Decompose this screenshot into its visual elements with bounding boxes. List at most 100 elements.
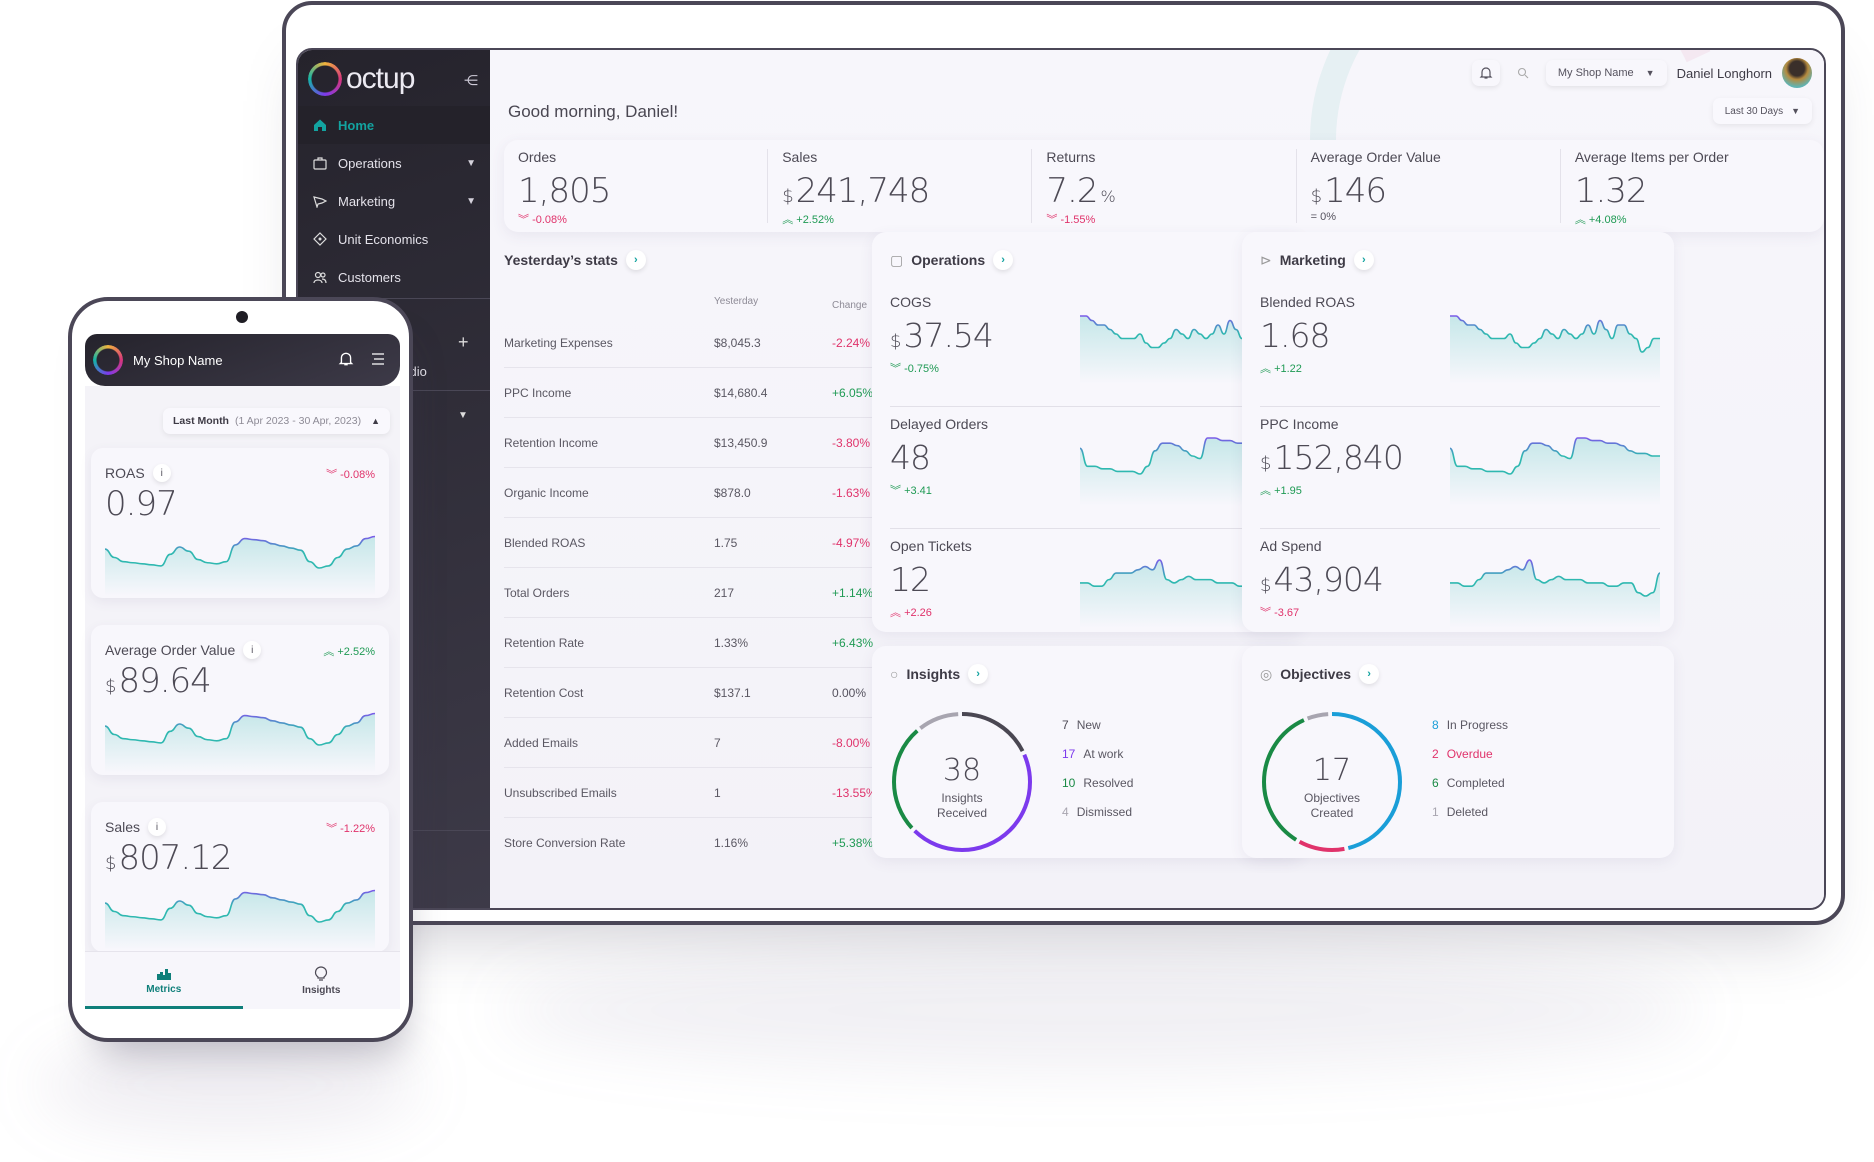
kpi-returns[interactable]: Returns 7.2% ︾ -1.55% <box>1032 149 1297 226</box>
metric-blended-roas[interactable]: Blended ROAS 1.68 ︽ +1.22 <box>1260 294 1660 416</box>
tab-metrics[interactable]: Metrics <box>85 952 243 1009</box>
table-row[interactable]: Blended ROAS 1.75 -4.97% <box>504 518 904 568</box>
add-icon[interactable]: + <box>458 332 469 353</box>
phone-frame: My Shop Name Last Month (1 Apr 2023 - 30… <box>68 297 413 1042</box>
legend-label: New <box>1076 718 1101 732</box>
table-row[interactable]: Organic Income $878.0 -1.63% <box>504 468 904 518</box>
user-name[interactable]: Daniel Longhorn <box>1677 66 1772 81</box>
kpi-average-items-per-order[interactable]: Average Items per Order 1.32 ︽ +4.08% <box>1561 149 1824 226</box>
notifications-button[interactable] <box>1471 60 1500 86</box>
table-row[interactable]: Retention Rate 1.33% +6.43% <box>504 618 904 668</box>
legend-item[interactable]: 1 Deleted <box>1432 805 1508 834</box>
legend-label: Overdue <box>1446 747 1493 761</box>
sidebar-item-home[interactable]: Home <box>298 106 490 144</box>
menu-icon[interactable] <box>370 351 386 370</box>
phone-metric-card[interactable]: ROAS i ︾ -0.08% 0.97 <box>91 448 389 598</box>
metric-delayed-orders[interactable]: Delayed Orders 48 ︾ +3.41 <box>890 416 1290 538</box>
metric-label: COGS <box>890 294 932 310</box>
yesterday-stats-title[interactable]: Yesterday’s stats › <box>504 250 854 270</box>
phone-metric-card[interactable]: Average Order Value i ︽ +2.52% $89.64 <box>91 625 389 775</box>
table-row[interactable]: Store Conversion Rate 1.16% +5.38% <box>504 818 904 868</box>
metric-cogs[interactable]: COGS $37.54 ︾ -0.75% <box>890 294 1290 416</box>
trend-up-icon: ︽ <box>323 646 335 658</box>
table-row[interactable]: Marketing Expenses $8,045.3 -2.24% <box>504 318 904 368</box>
table-row[interactable]: Unsubscribed Emails 1 -13.55% <box>504 768 904 818</box>
trend-up-icon: ︽ <box>1260 363 1271 375</box>
sidebar-item-customers[interactable]: Customers <box>298 258 490 296</box>
info-icon[interactable]: i <box>152 464 171 482</box>
metric-open-tickets[interactable]: Open Tickets 12 ︽ +2.26 <box>890 538 1290 660</box>
legend-item[interactable]: 7 New <box>1062 718 1133 747</box>
insights-panel: ○ Insights › 38 Insights Received 7 New 17 At… <box>872 646 1304 858</box>
metric-value: 48 <box>890 438 931 477</box>
phone-date-range-selector[interactable]: Last Month (1 Apr 2023 - 30 Apr, 2023) ▲ <box>162 408 390 434</box>
metric-value: $43,904 <box>1260 560 1384 599</box>
sidebar-item-unit-economics[interactable]: Unit Economics <box>298 220 490 258</box>
search-button[interactable] <box>1510 60 1536 86</box>
kpi-number: 7.2 <box>1046 171 1098 211</box>
table-row[interactable]: Retention Income $13,450.9 -3.80% <box>504 418 904 468</box>
chevron-right-icon[interactable]: › <box>625 250 646 270</box>
chevron-down-icon[interactable]: ▼ <box>458 410 468 421</box>
legend-item[interactable]: 17 At work <box>1062 747 1133 776</box>
legend-item[interactable]: 10 Resolved <box>1062 776 1133 805</box>
marketing-title[interactable]: ⊳ Marketing › <box>1260 250 1374 270</box>
currency-symbol: $ <box>105 853 116 874</box>
sparkline-area <box>105 890 375 950</box>
kpi-sales[interactable]: Sales $241,748 ︽ +2.52% <box>768 149 1033 226</box>
sparkline-chart <box>1450 315 1660 384</box>
legend-item[interactable]: 2 Overdue <box>1432 747 1508 776</box>
chevron-down-icon[interactable]: ▼ <box>466 196 476 207</box>
kpi-label: Sales <box>782 149 818 165</box>
kpi-ordes[interactable]: Ordes 1,805 ︾ -0.08% <box>504 149 769 226</box>
currency-symbol: $ <box>1260 453 1271 474</box>
briefcase-icon: ▢ <box>890 251 904 268</box>
kpi-number: 1.32 <box>1574 171 1648 211</box>
bell-icon[interactable] <box>338 351 354 370</box>
table-row[interactable]: PPC Income $14,680.4 +6.05% <box>504 368 904 418</box>
chevron-down-icon[interactable]: ▼ <box>466 158 476 169</box>
operations-title[interactable]: ▢ Operations › <box>890 250 1014 270</box>
legend-item[interactable]: 6 Completed <box>1432 776 1508 805</box>
table-row[interactable]: Retention Cost $137.1 0.00% <box>504 668 904 718</box>
phone-shop-name[interactable]: My Shop Name <box>133 353 223 368</box>
change-value: +1.22 <box>1274 363 1302 375</box>
table-row[interactable]: Total Orders 217 +1.14% <box>504 568 904 618</box>
chevron-right-icon[interactable]: › <box>1353 250 1374 270</box>
sidebar-item-operations[interactable]: Operations ▼ <box>298 144 490 182</box>
shop-selector[interactable]: My Shop Name ▼ <box>1545 60 1667 86</box>
sparkline-area <box>1450 560 1660 628</box>
date-range-selector[interactable]: Last 30 Days ▼ <box>1712 98 1812 124</box>
metric-name: Blended ROAS <box>504 535 586 550</box>
collapse-sidebar-icon[interactable]: ⋲ <box>464 72 478 89</box>
change-value: -0.08% <box>532 214 567 226</box>
chevron-right-icon[interactable]: › <box>1359 664 1380 684</box>
brand-logo[interactable]: octup <box>308 62 415 96</box>
objectives-title[interactable]: ◎ Objectives › <box>1260 664 1380 684</box>
legend-item[interactable]: 4 Dismissed <box>1062 805 1133 834</box>
phone-metric-card[interactable]: Sales i ︾ -1.22% $807.12 <box>91 802 389 952</box>
chevron-right-icon[interactable]: › <box>968 664 989 684</box>
sparkline-chart <box>1450 559 1660 628</box>
legend-count: 7 <box>1062 718 1069 732</box>
legend-item[interactable]: 8 In Progress <box>1432 718 1508 747</box>
card-label: ROAS i <box>105 464 171 482</box>
metric-ad-spend[interactable]: Ad Spend $43,904 ︾ -3.67 <box>1260 538 1660 660</box>
insights-title[interactable]: ○ Insights › <box>890 664 989 684</box>
metric-ppc-income[interactable]: PPC Income $152,840 ︽ +1.95 <box>1260 416 1660 538</box>
kpi-average-order-value[interactable]: Average Order Value $146 = 0% <box>1297 149 1561 223</box>
chevron-right-icon[interactable]: › <box>993 250 1014 270</box>
info-icon[interactable]: i <box>148 818 167 836</box>
table-row[interactable]: Added Emails 7 -8.00% <box>504 718 904 768</box>
metric-name: Organic Income <box>504 485 589 500</box>
info-icon[interactable]: i <box>243 641 262 659</box>
kpi-change: ︽ +2.52% <box>782 211 834 227</box>
legend-count: 17 <box>1062 747 1076 761</box>
range-dates: (1 Apr 2023 - 30 Apr, 2023) <box>234 415 362 427</box>
avatar[interactable] <box>1782 58 1812 88</box>
sidebar-item-marketing[interactable]: Marketing ▼ <box>298 182 490 220</box>
tab-insights[interactable]: Insights <box>243 952 401 1009</box>
lightbulb-icon: ○ <box>890 666 899 682</box>
change-value: -1.55% <box>1060 214 1096 226</box>
sidebar-item-label: Customers <box>338 269 401 285</box>
